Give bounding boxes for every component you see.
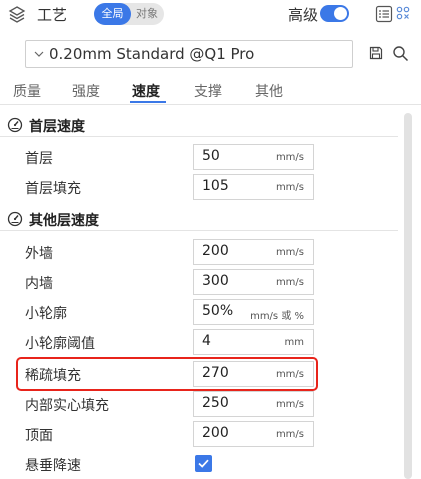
field-value: 200 xyxy=(202,425,229,441)
highlight-box xyxy=(16,357,318,391)
speedometer-icon xyxy=(7,117,23,133)
setting-row-inner-wall: 内墙 300 mm/s xyxy=(0,268,400,298)
settings-tabs: 质量 强度 速度 支撑 其他 xyxy=(0,80,421,104)
search-icon[interactable] xyxy=(392,45,409,62)
field-value: 4 xyxy=(202,333,211,349)
setting-row-outer-wall: 外墙 200 mm/s xyxy=(0,238,400,268)
internal-solid-infill-speed-input[interactable]: 250 mm/s xyxy=(193,391,314,417)
field-unit: mm xyxy=(284,337,304,348)
preset-value: 0.20mm Standard @Q1 Pro xyxy=(49,45,255,63)
field-unit: mm/s xyxy=(275,247,304,258)
setting-label: 小轮廓 xyxy=(25,306,67,322)
advanced-toggle[interactable] xyxy=(320,5,349,22)
section-divider xyxy=(0,230,398,231)
scope-segmented-control[interactable]: 全局 对象 xyxy=(94,3,164,25)
tab-quality[interactable]: 质量 xyxy=(13,81,41,101)
save-icon[interactable] xyxy=(369,46,383,60)
vertical-scrollbar[interactable] xyxy=(404,113,412,479)
inner-wall-speed-input[interactable]: 300 mm/s xyxy=(193,269,314,295)
field-unit: mm/s xyxy=(275,399,304,410)
small-perimeter-threshold-input[interactable]: 4 mm xyxy=(193,329,314,355)
preset-dropdown[interactable]: 0.20mm Standard @Q1 Pro xyxy=(25,40,353,68)
layers-icon xyxy=(8,6,26,23)
advanced-label: 高级 xyxy=(288,6,319,24)
tab-speed[interactable]: 速度 xyxy=(132,81,160,101)
small-perimeter-speed-input[interactable]: 50% mm/s 或 % xyxy=(193,299,314,325)
section-other-layers-speed: 其他层速度 xyxy=(0,209,400,231)
field-unit: mm/s xyxy=(275,152,304,163)
setting-row-small-perimeter-threshold: 小轮廓阈值 4 mm xyxy=(0,328,400,358)
active-tab-indicator xyxy=(130,101,166,103)
setting-row-top-surface: 顶面 200 mm/s xyxy=(0,420,400,450)
tab-others[interactable]: 其他 xyxy=(255,81,283,101)
checkmark-icon xyxy=(198,459,209,468)
field-unit: mm/s xyxy=(275,277,304,288)
field-value: 50% xyxy=(202,303,234,319)
toggle-knob xyxy=(334,7,347,20)
field-value: 105 xyxy=(202,178,229,194)
setting-label: 外墙 xyxy=(25,246,53,262)
setting-label: 悬垂降速 xyxy=(25,458,81,474)
setting-label: 内部实心填充 xyxy=(25,398,109,414)
field-unit: mm/s xyxy=(275,182,304,193)
field-value: 300 xyxy=(202,273,229,289)
field-value: 50 xyxy=(202,148,220,164)
setting-row-first-layer: 首层 50 mm/s xyxy=(0,143,400,173)
setting-label: 首层填充 xyxy=(25,181,81,197)
list-view-icon[interactable] xyxy=(375,5,393,23)
tab-strength[interactable]: 强度 xyxy=(72,81,100,101)
field-unit: mm/s xyxy=(275,429,304,440)
section-divider xyxy=(0,136,398,137)
setting-label: 首层 xyxy=(25,151,53,167)
tabs-divider xyxy=(0,104,421,105)
setting-label: 小轮廓阈值 xyxy=(25,336,95,352)
outer-wall-speed-input[interactable]: 200 mm/s xyxy=(193,239,314,265)
section-first-layer-speed: 首层速度 xyxy=(0,115,400,137)
chevron-down-icon xyxy=(34,51,44,57)
field-value: 250 xyxy=(202,395,229,411)
setting-label: 内墙 xyxy=(25,276,53,292)
compare-grid-icon[interactable] xyxy=(396,6,410,20)
field-value: 200 xyxy=(202,243,229,259)
setting-row-first-layer-infill: 首层填充 105 mm/s xyxy=(0,173,400,203)
overhang-slowdown-checkbox[interactable] xyxy=(195,455,212,472)
section-title: 其他层速度 xyxy=(29,213,99,229)
setting-label: 顶面 xyxy=(25,428,53,444)
process-header: 工艺 全局 对象 高级 xyxy=(0,0,421,30)
scope-object-button[interactable]: 对象 xyxy=(132,3,162,25)
field-unit: mm/s 或 % xyxy=(250,311,304,322)
section-title: 首层速度 xyxy=(29,119,85,135)
panel-title: 工艺 xyxy=(37,6,68,24)
top-surface-speed-input[interactable]: 200 mm/s xyxy=(193,421,314,447)
scope-global-button[interactable]: 全局 xyxy=(94,3,131,25)
tab-support[interactable]: 支撑 xyxy=(194,81,222,101)
first-layer-speed-input[interactable]: 50 mm/s xyxy=(193,144,314,170)
speedometer-icon xyxy=(7,211,23,227)
first-layer-infill-speed-input[interactable]: 105 mm/s xyxy=(193,174,314,200)
setting-row-slow-down-for-overhang: 悬垂降速 xyxy=(0,450,400,479)
setting-row-small-perimeter: 小轮廓 50% mm/s 或 % xyxy=(0,298,400,328)
setting-row-internal-solid-infill: 内部实心填充 250 mm/s xyxy=(0,390,400,420)
